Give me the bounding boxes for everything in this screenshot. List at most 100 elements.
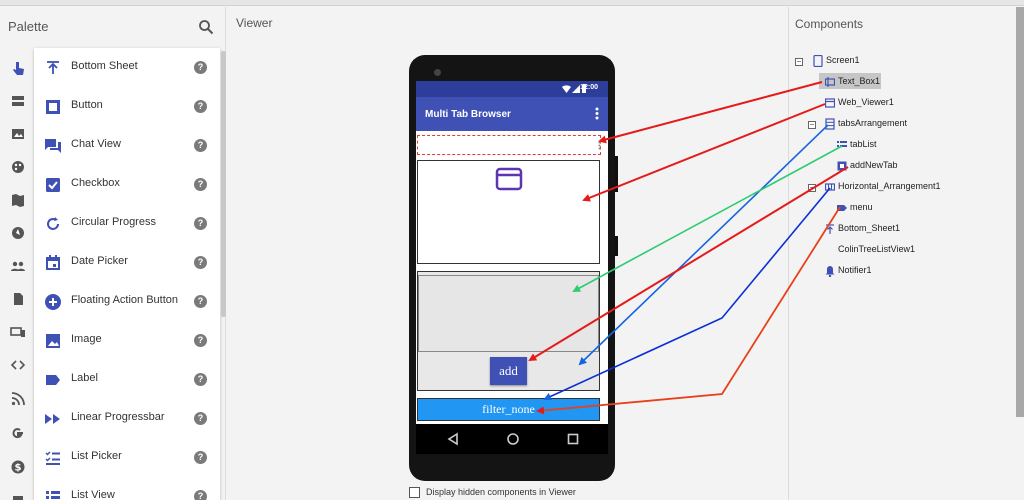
palette-item-label: Linear Progressbar [71, 411, 165, 423]
palette-item-label: Circular Progress [71, 216, 156, 228]
code-icon[interactable] [10, 357, 26, 373]
palette-panel: Palette $ Bottom Sheet ? Button ? Chat V… [0, 7, 226, 500]
touch-icon[interactable] [10, 60, 26, 76]
listview-icon [837, 141, 847, 147]
floating-action-button-icon [45, 294, 61, 310]
image-icon [46, 334, 60, 348]
help-icon[interactable]: ? [194, 139, 207, 152]
help-icon[interactable]: ? [194, 373, 207, 386]
help-icon[interactable]: ? [194, 178, 207, 191]
palette-item-bottom-sheet[interactable]: Bottom Sheet ? [34, 48, 220, 87]
connectivity-icon[interactable] [10, 324, 26, 340]
help-icon[interactable]: ? [194, 412, 207, 425]
button-icon [46, 100, 60, 114]
google-icon[interactable] [10, 425, 26, 441]
palette-item-label[interactable]: Label ? [34, 360, 220, 399]
collapse-screen1-toggle[interactable]: − [795, 58, 803, 66]
rss-icon[interactable] [10, 391, 26, 407]
help-icon[interactable]: ? [194, 295, 207, 308]
help-icon[interactable]: ? [194, 61, 207, 74]
help-icon[interactable]: ? [194, 451, 207, 464]
textbox-icon [825, 77, 835, 87]
sensors-icon[interactable] [10, 225, 26, 241]
phone-screen: 12:00 Multi Tab Browser add filter_none [416, 81, 608, 424]
add-new-tab-button[interactable]: add [490, 357, 527, 385]
text-box-1[interactable] [417, 135, 601, 155]
overflow-menu-icon[interactable] [595, 107, 599, 120]
camera-icon [434, 69, 441, 76]
tree-item-label: Web_Viewer1 [838, 97, 894, 107]
palette-item-label: Date Picker [71, 255, 128, 267]
tree-item-label: Text_Box1 [838, 76, 881, 86]
palette-item-label: Floating Action Button [71, 294, 179, 306]
checkbox-icon [46, 178, 60, 192]
palette-component-list: Bottom Sheet ? Button ? Chat View ? Chec… [34, 48, 220, 500]
list-view-icon [46, 491, 60, 499]
tabs-arrangement[interactable]: add [417, 271, 600, 391]
extensions-icon[interactable] [10, 493, 26, 500]
notifier-icon [825, 266, 835, 277]
palette-item-circular-progress[interactable]: Circular Progress ? [34, 204, 220, 243]
recents-icon[interactable] [566, 432, 580, 446]
tree-item-label: Bottom_Sheet1 [838, 223, 901, 233]
display-hidden-label: Display hidden components in Viewer [426, 487, 576, 497]
tree-item-label: menu [850, 202, 873, 212]
maps-icon[interactable] [10, 192, 26, 208]
palette-scrollbar[interactable] [221, 51, 226, 317]
help-icon[interactable]: ? [194, 490, 207, 500]
circular-progress-icon [47, 217, 59, 230]
wifi-icon [562, 85, 571, 93]
palette-title: Palette [8, 19, 49, 34]
button-icon [837, 161, 847, 171]
home-icon[interactable] [506, 432, 520, 446]
phone-power-button [615, 236, 618, 256]
vertical-arrangement-icon [825, 118, 835, 130]
tab-list[interactable] [418, 275, 599, 352]
chat-view-icon [45, 139, 61, 153]
palette-item-label: Checkbox [71, 177, 120, 189]
top-bar [0, 0, 1024, 6]
status-time: 12:00 [580, 84, 598, 91]
palette-item-image[interactable]: Image ? [34, 321, 220, 360]
media-icon[interactable] [10, 126, 26, 142]
palette-item-label: Chat View [71, 138, 121, 150]
palette-item-checkbox[interactable]: Checkbox ? [34, 165, 220, 204]
storage-icon[interactable] [10, 291, 26, 307]
label-icon [837, 205, 847, 211]
palette-item-date-picker[interactable]: Date Picker ? [34, 243, 220, 282]
label-icon [46, 375, 60, 385]
help-icon[interactable]: ? [194, 217, 207, 230]
web-viewer-icon [495, 167, 523, 191]
palette-item-label: Bottom Sheet [71, 60, 138, 72]
tree-item-label: Screen1 [826, 55, 860, 65]
display-hidden-checkbox[interactable] [409, 487, 420, 498]
palette-item-linear-progressbar[interactable]: Linear Progressbar ? [34, 399, 220, 438]
phone-volume-button [615, 156, 618, 192]
app-title-bar: Multi Tab Browser [416, 97, 608, 131]
right-scrollbar[interactable] [1016, 7, 1024, 417]
back-icon[interactable] [446, 432, 460, 446]
social-icon[interactable] [10, 258, 26, 274]
collapse-horizontal-arrangement-toggle[interactable]: − [808, 184, 816, 192]
collapse-tabs-arrangement-toggle[interactable]: − [808, 121, 816, 129]
screen-icon [813, 55, 823, 67]
list-picker-icon [45, 451, 60, 465]
palette-item-button[interactable]: Button ? [34, 87, 220, 126]
date-picker-icon [46, 255, 60, 270]
help-icon[interactable]: ? [194, 334, 207, 347]
palette-item-list-picker[interactable]: List Picker ? [34, 438, 220, 477]
palette-item-list-view[interactable]: List View ? [34, 477, 220, 500]
palette-item-chat-view[interactable]: Chat View ? [34, 126, 220, 165]
help-icon[interactable]: ? [194, 100, 207, 113]
help-icon[interactable]: ? [194, 256, 207, 269]
palette-item-floating-action-button[interactable]: Floating Action Button ? [34, 282, 220, 321]
layout-icon[interactable] [10, 93, 26, 109]
palette-item-label: List Picker [71, 450, 122, 462]
bottom-sheet-icon [826, 224, 834, 234]
components-title: Components [795, 17, 864, 31]
web-viewer-1[interactable] [417, 160, 600, 264]
drawing-icon[interactable] [10, 159, 26, 175]
menu-button[interactable]: filter_none [417, 398, 600, 421]
monetization-icon[interactable]: $ [10, 459, 26, 475]
search-icon[interactable] [198, 19, 214, 35]
